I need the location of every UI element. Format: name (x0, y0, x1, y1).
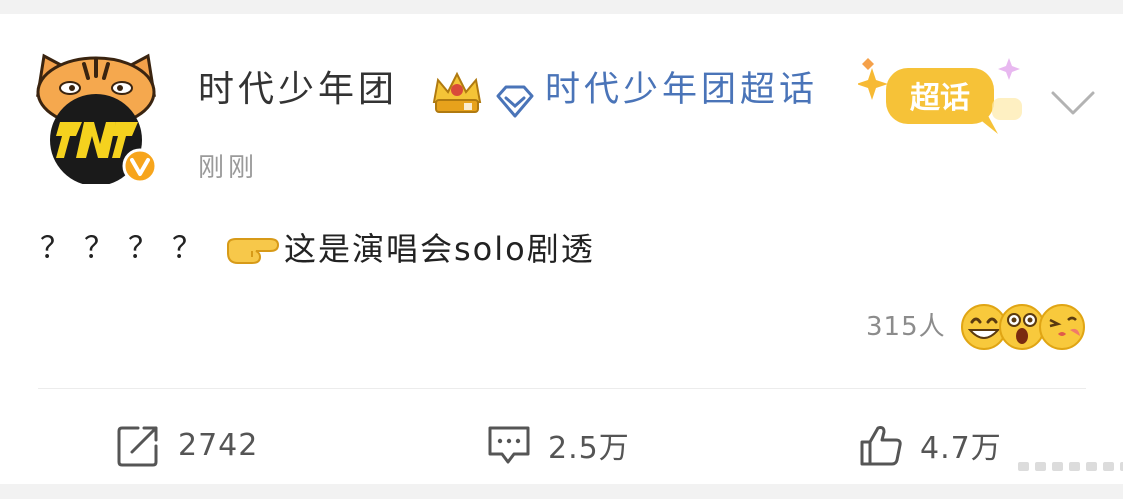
comment-icon (488, 426, 530, 464)
repost-icon (117, 426, 158, 467)
post-body: ？ ？ ？ ？ 这是演唱会solo剧透 (40, 224, 595, 274)
supertopic-badge-label: 超话 (910, 81, 970, 116)
supertopic-badge[interactable]: 超话 (856, 54, 1028, 136)
verified-v-icon (122, 148, 158, 184)
reaction-count[interactable]: 315人 (866, 310, 946, 344)
question-mark: ？ (128, 231, 160, 266)
thumbs-up-icon (860, 426, 902, 466)
comment-button[interactable]: 2.5万 (486, 420, 630, 470)
author-avatar[interactable] (30, 44, 162, 186)
reaction-emojis[interactable] (958, 302, 1088, 352)
chevron-down-icon[interactable] (1050, 88, 1096, 118)
divider (38, 388, 1086, 389)
shocked-face-icon (999, 304, 1045, 350)
post-text: 这是演唱会solo剧透 (284, 230, 595, 268)
pointing-hand-emoji-icon (224, 231, 280, 267)
comment-count: 2.5万 (548, 431, 630, 466)
tiger-logo-avatar (36, 53, 158, 186)
weibo-post-card: 时代少年团 时代少年团超话 超话 刚刚 ？ ？ ？ ？ 这是演唱会solo剧透 … (0, 14, 1123, 484)
post-timestamp: 刚刚 (198, 153, 259, 183)
crown-icon (428, 66, 486, 118)
question-mark: ？ (172, 231, 204, 266)
watermark-dots (1018, 462, 1123, 471)
like-button[interactable]: 4.7万 (858, 420, 1002, 470)
supertopic-link[interactable]: 时代少年团超话 (545, 66, 818, 114)
diamond-icon (494, 84, 536, 120)
repost-button[interactable]: 2742 (116, 420, 258, 470)
question-mark: ？ (40, 231, 72, 266)
question-mark: ？ (84, 231, 116, 266)
like-count: 4.7万 (920, 431, 1002, 466)
author-name[interactable]: 时代少年团 (198, 66, 398, 114)
repost-count: 2742 (178, 427, 259, 463)
kissing-face-icon (1039, 304, 1085, 350)
